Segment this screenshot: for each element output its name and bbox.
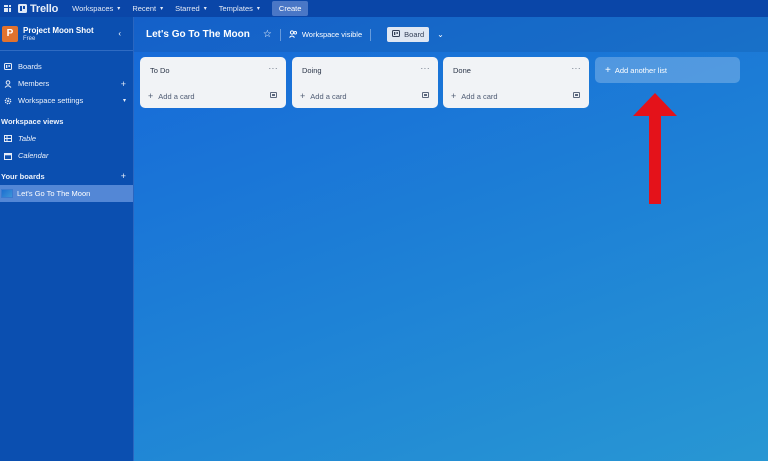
calendar-icon [4, 152, 13, 160]
list-doing: Doing ··· + Add a card [292, 57, 438, 108]
sidebar-item-label: Members [18, 79, 50, 88]
person-icon [4, 79, 13, 88]
board-header: Let's Go To The Moon ☆ Workspace visible… [134, 17, 768, 52]
star-icon[interactable]: ☆ [263, 29, 272, 40]
red-arrow-annotation [633, 93, 677, 204]
sidebar-item-table[interactable]: Table [0, 130, 133, 147]
your-boards-header: Your boards + [0, 167, 133, 185]
people-icon [288, 29, 298, 40]
plus-icon: + [300, 91, 306, 101]
sidebar-item-label: Table [18, 134, 37, 143]
board-view-button[interactable]: Board [387, 27, 430, 42]
chevron-down-icon: ▾ [117, 6, 121, 12]
workspace-header: P Project Moon Shot Free ‹ [0, 17, 133, 51]
list-title[interactable]: To Do [150, 66, 170, 75]
nav-starred-menu[interactable]: Starred ▾ [169, 0, 213, 17]
card-template-icon[interactable] [422, 92, 429, 98]
sidebar-board-item[interactable]: Let's Go To The Moon [0, 185, 133, 202]
list-menu-icon[interactable]: ··· [269, 64, 279, 73]
list-to-do: To Do ··· + Add a card [140, 57, 286, 108]
gear-icon [4, 97, 13, 105]
nav-workspaces-label: Workspaces [72, 4, 114, 13]
sidebar-board-label: Let's Go To The Moon [17, 189, 91, 198]
header-divider [279, 28, 281, 41]
workspace-name[interactable]: Project Moon Shot [23, 26, 94, 35]
sidebar-item-label: Boards [18, 62, 42, 71]
chevron-down-icon: ▾ [160, 6, 164, 12]
board-icon [4, 63, 13, 70]
header-divider [370, 28, 372, 41]
add-card-button[interactable]: + Add a card [300, 91, 347, 101]
add-card-label: Add a card [310, 91, 347, 101]
board-view-label: Board [404, 30, 425, 39]
nav-workspaces-menu[interactable]: Workspaces ▾ [66, 0, 126, 17]
sidebar-item-calendar[interactable]: Calendar [0, 147, 133, 164]
add-another-list-label: Add another list [614, 65, 667, 75]
add-card-button[interactable]: + Add a card [148, 91, 195, 101]
plus-icon: + [605, 64, 611, 76]
nav-templates-menu[interactable]: Templates ▾ [213, 0, 266, 17]
sidebar-item-workspace-settings[interactable]: Workspace settings ▾ [0, 92, 133, 109]
top-navigation-bar: Trello Workspaces ▾ Recent ▾ Starred ▾ Temp… [0, 0, 768, 17]
add-card-button[interactable]: + Add a card [451, 91, 498, 101]
workspace-sidebar: P Project Moon Shot Free ‹ Boards Member… [0, 17, 134, 461]
create-board-plus-icon[interactable]: + [121, 171, 126, 181]
nav-recent-label: Recent [132, 4, 157, 13]
workspace-visible-label: Workspace visible [301, 30, 363, 39]
create-button[interactable]: Create [271, 1, 309, 16]
trello-logo-icon [18, 4, 27, 13]
board-canvas: Let's Go To The Moon ☆ Workspace visible… [134, 17, 768, 461]
nav-templates-label: Templates [218, 4, 253, 13]
add-another-list-button[interactable]: + Add another list [595, 57, 740, 83]
nav-starred-label: Starred [175, 4, 200, 13]
trello-logo-text: Trello [30, 2, 59, 15]
collapse-sidebar-icon[interactable]: ‹ [118, 29, 121, 38]
add-member-icon[interactable]: + [121, 79, 126, 89]
board-title[interactable]: Let's Go To The Moon [146, 29, 250, 40]
list-title[interactable]: Doing [302, 66, 322, 75]
card-template-icon[interactable] [270, 92, 277, 98]
nav-recent-menu[interactable]: Recent ▾ [126, 0, 169, 17]
chevron-down-icon: ▾ [203, 6, 207, 12]
add-card-label: Add a card [461, 91, 498, 101]
board-view-icon [392, 30, 401, 39]
chevron-down-icon[interactable]: ⌄ [437, 30, 444, 39]
list-menu-icon[interactable]: ··· [421, 64, 431, 73]
workspace-plan: Free [23, 35, 36, 42]
app-switcher-icon[interactable] [0, 0, 14, 17]
list-done: Done ··· + Add a card [443, 57, 589, 108]
your-boards-label: Your boards [1, 171, 45, 181]
workspace-visible-button[interactable]: Workspace visible [288, 29, 363, 40]
add-card-label: Add a card [158, 91, 195, 101]
sidebar-item-label: Workspace settings [18, 96, 84, 105]
sidebar-item-boards[interactable]: Boards [0, 58, 133, 75]
workspace-avatar[interactable]: P [2, 25, 18, 42]
workspace-views-header: Workspace views [1, 116, 64, 126]
sidebar-item-members[interactable]: Members + [0, 75, 133, 92]
chevron-down-icon[interactable]: ▾ [123, 97, 126, 104]
plus-icon: + [148, 91, 154, 101]
sidebar-item-label: Calendar [18, 151, 49, 160]
board-thumbnail [1, 189, 13, 198]
chevron-down-icon: ▾ [256, 6, 260, 12]
list-menu-icon[interactable]: ··· [572, 64, 582, 73]
card-template-icon[interactable] [573, 92, 580, 98]
table-icon [4, 135, 13, 142]
plus-icon: + [451, 91, 457, 101]
trello-logo[interactable]: Trello [18, 3, 58, 15]
list-title[interactable]: Done [453, 66, 471, 75]
